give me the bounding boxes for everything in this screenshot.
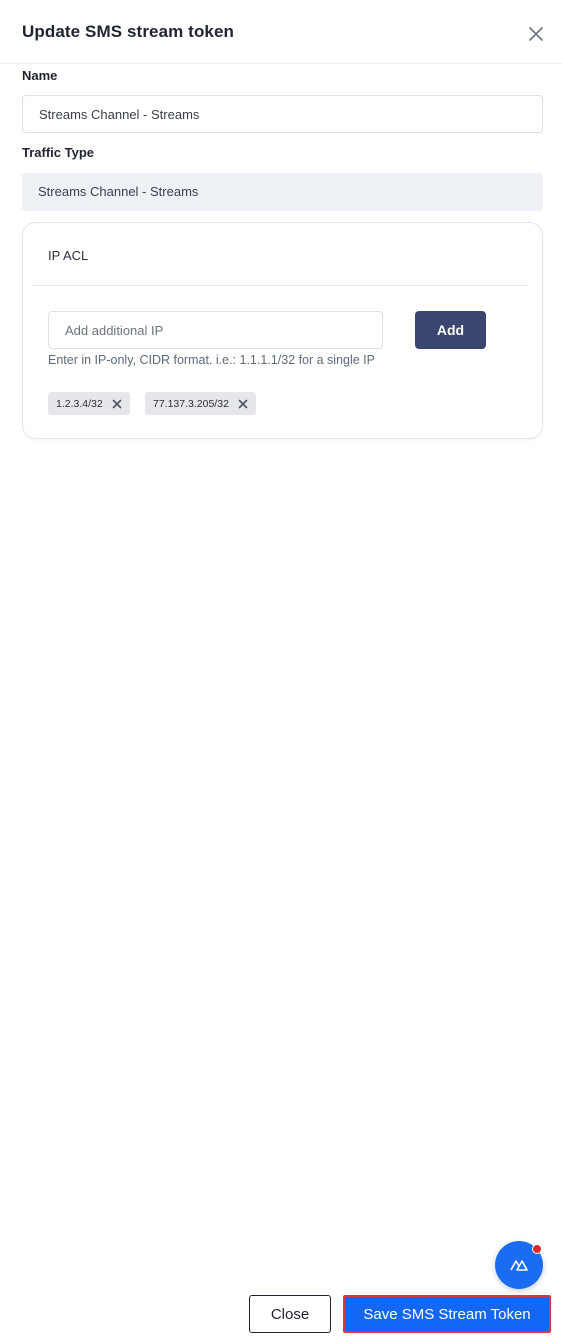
- modal-title: Update SMS stream token: [22, 22, 235, 41]
- save-sms-stream-token-button[interactable]: Save SMS Stream Token: [343, 1295, 551, 1333]
- traffic-type-label: Traffic Type: [22, 145, 95, 160]
- add-ip-button[interactable]: Add: [415, 311, 486, 349]
- remove-chip-icon[interactable]: [112, 399, 122, 409]
- modal-header: Update SMS stream token: [0, 0, 562, 64]
- name-label: Name: [22, 68, 58, 83]
- close-icon[interactable]: [526, 24, 546, 44]
- add-ip-input[interactable]: [48, 311, 383, 349]
- notification-badge: [532, 1244, 542, 1254]
- ip-chip: 77.137.3.205/32: [145, 392, 256, 415]
- assistant-fab-button[interactable]: [495, 1241, 543, 1289]
- ip-format-hint: Enter in IP-only, CIDR format. i.e.: 1.1…: [48, 353, 375, 367]
- ip-acl-divider: [32, 285, 528, 286]
- name-input[interactable]: [22, 95, 543, 133]
- traffic-type-field: Streams Channel - Streams: [22, 173, 543, 211]
- remove-chip-icon[interactable]: [238, 399, 248, 409]
- ip-chip-label: 77.137.3.205/32: [153, 397, 229, 410]
- ip-chip: 1.2.3.4/32: [48, 392, 130, 415]
- ip-acl-title: IP ACL: [48, 248, 89, 263]
- close-button[interactable]: Close: [249, 1295, 331, 1333]
- assistant-icon: [510, 1260, 528, 1271]
- ip-chip-label: 1.2.3.4/32: [56, 397, 103, 410]
- ip-acl-card: IP ACL Add Enter in IP-only, CIDR format…: [22, 222, 543, 439]
